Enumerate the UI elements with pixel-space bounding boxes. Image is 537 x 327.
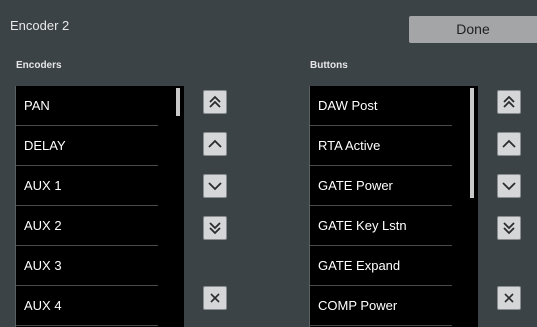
close-icon (504, 293, 514, 303)
double-chevron-up-icon (503, 95, 515, 108)
chevron-down-icon (208, 182, 222, 191)
encoders-move-top-button[interactable] (203, 90, 227, 114)
buttons-move-bottom-button[interactable] (497, 216, 521, 240)
list-item[interactable]: AUX 1 (16, 166, 158, 206)
scrollbar[interactable] (162, 86, 180, 327)
close-icon (210, 293, 220, 303)
list-item[interactable]: PAN (16, 86, 158, 126)
buttons-label: Buttons (310, 60, 348, 71)
buttons-move-top-button[interactable] (497, 90, 521, 114)
done-button[interactable]: Done (409, 16, 537, 43)
list-item[interactable]: DELAY (16, 126, 158, 166)
encoders-label: Encoders (16, 60, 62, 71)
encoders-move-bottom-button[interactable] (203, 216, 227, 240)
encoders-move-up-button[interactable] (203, 132, 227, 156)
buttons-move-down-button[interactable] (497, 174, 521, 198)
list-item[interactable]: RTA Active (310, 126, 452, 166)
chevron-down-icon (502, 182, 516, 191)
list-item[interactable]: GATE Expand (310, 246, 452, 286)
scrollbar[interactable] (456, 86, 474, 327)
list-item[interactable]: AUX 3 (16, 246, 158, 286)
list-item[interactable]: AUX 2 (16, 206, 158, 246)
buttons-remove-button[interactable] (497, 286, 521, 310)
scrollbar-thumb[interactable] (470, 88, 474, 198)
double-chevron-down-icon (209, 222, 221, 235)
buttons-list[interactable]: DAW Post RTA Active GATE Power GATE Key … (309, 86, 478, 327)
list-item[interactable]: AUX 4 (16, 286, 158, 326)
chevron-up-icon (502, 139, 516, 148)
double-chevron-down-icon (503, 222, 515, 235)
scrollbar-thumb[interactable] (176, 88, 180, 116)
encoders-remove-button[interactable] (203, 286, 227, 310)
list-item[interactable]: COMP Power (310, 286, 452, 326)
double-chevron-up-icon (209, 95, 221, 108)
list-item[interactable]: DAW Post (310, 86, 452, 126)
chevron-up-icon (208, 139, 222, 148)
window-title: Encoder 2 (10, 18, 70, 33)
list-item[interactable]: GATE Key Lstn (310, 206, 452, 246)
buttons-move-up-button[interactable] (497, 132, 521, 156)
encoders-move-down-button[interactable] (203, 174, 227, 198)
list-item[interactable]: GATE Power (310, 166, 452, 206)
encoders-list[interactable]: PAN DELAY AUX 1 AUX 2 AUX 3 AUX 4 (15, 86, 184, 327)
